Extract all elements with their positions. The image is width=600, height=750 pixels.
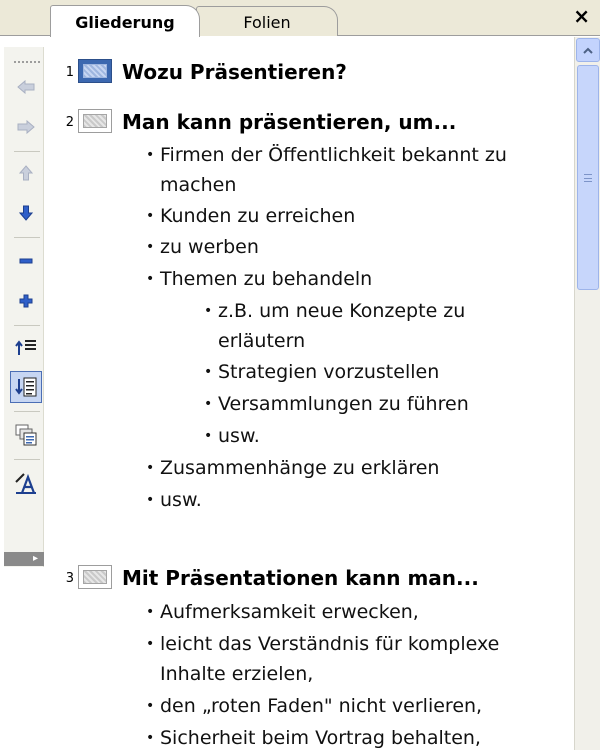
- bullet-dot-icon: •: [204, 364, 213, 380]
- outline-slide-3[interactable]: 3 Mit Präsentationen kann man...: [52, 563, 552, 593]
- bullet-dot-icon: •: [146, 604, 155, 620]
- bullet-text: Inhalte erzielen,: [160, 663, 314, 685]
- outlining-toolbar-body: [4, 47, 44, 567]
- bullet-text: Kunden zu erreichen: [160, 205, 356, 227]
- bullet-dot-icon: •: [146, 271, 155, 287]
- show-formatting-icon[interactable]: [10, 467, 42, 499]
- scroll-grip-icon: [584, 173, 592, 182]
- tab-slides-label: Folien: [243, 12, 291, 32]
- chevron-up-icon: [583, 47, 593, 54]
- bullet-text: leicht das Verständnis für komplexe: [160, 633, 500, 655]
- collapse-icon[interactable]: [10, 245, 42, 277]
- bullet-text: Strategien vorzustellen: [218, 361, 440, 383]
- bullet-text: den „roten Faden" nicht verlieren,: [160, 695, 483, 717]
- bullet-dot-icon: •: [146, 239, 155, 255]
- bullet-dot-icon: •: [146, 460, 155, 476]
- toolbar-separator: [14, 459, 40, 460]
- slide-thumbnail-icon[interactable]: [78, 109, 112, 133]
- slide-thumbnail-icon[interactable]: [78, 565, 112, 589]
- slide-number: 1: [65, 65, 74, 80]
- slide-number: 2: [65, 115, 74, 130]
- bullet-dot-icon: •: [146, 698, 155, 714]
- bullet-dot-icon: •: [146, 147, 155, 163]
- toolbar-separator: [14, 151, 40, 152]
- expand-all-icon[interactable]: [10, 371, 42, 403]
- bullet-text: Sicherheit beim Vortrag behalten,: [160, 727, 481, 749]
- toolbar-separator: [14, 325, 40, 326]
- slide-number: 3: [65, 571, 74, 586]
- promote-icon[interactable]: [10, 71, 42, 103]
- bullet-dot-icon: •: [146, 492, 155, 508]
- outline-slide-2[interactable]: 2 Man kann präsentieren, um...: [52, 107, 552, 137]
- scroll-thumb[interactable]: [577, 65, 599, 290]
- bullet-dot-icon: •: [146, 730, 155, 746]
- slide-thumbnail-icon[interactable]: [78, 59, 112, 83]
- move-up-icon[interactable]: [10, 157, 42, 189]
- bullet-text: zu werben: [160, 236, 259, 258]
- bullet-text: erläutern: [218, 330, 306, 352]
- bullet-text: machen: [160, 174, 237, 196]
- tab-outline-label: Gliederung: [75, 12, 175, 32]
- summary-slide-icon[interactable]: [10, 419, 42, 451]
- tab-outline[interactable]: Gliederung: [50, 5, 200, 37]
- slide-title[interactable]: Wozu Präsentieren?: [122, 60, 347, 84]
- outline-pane[interactable]: 1 Wozu Präsentieren? 2 Man kann präsenti…: [52, 37, 572, 750]
- bullet-dot-icon: •: [146, 208, 155, 224]
- bullet-dot-icon: •: [204, 396, 213, 412]
- tab-slides[interactable]: Folien: [196, 6, 338, 36]
- bullet-dot-icon: •: [204, 428, 213, 444]
- bullet-text: Zusammenhänge zu erklären: [160, 457, 440, 479]
- toolbar-grip[interactable]: [14, 61, 40, 63]
- toolbar-separator: [14, 411, 40, 412]
- toolbar-separator: [14, 237, 40, 238]
- scroll-up-button[interactable]: [576, 38, 600, 62]
- bullet-dot-icon: •: [204, 303, 213, 319]
- bullet-text: Versammlungen zu führen: [218, 393, 469, 415]
- bullet-text: Firmen der Öffentlichkeit bekannt zu: [160, 144, 507, 166]
- bullet-text: usw.: [218, 425, 260, 447]
- slide-title[interactable]: Man kann präsentieren, um...: [122, 110, 456, 134]
- bullet-text: Aufmerksamkeit erwecken,: [160, 601, 419, 623]
- vertical-scrollbar[interactable]: [574, 37, 600, 750]
- close-pane-icon[interactable]: ×: [573, 4, 590, 28]
- bullet-dot-icon: •: [146, 636, 155, 652]
- bullet-text: z.B. um neue Konzepte zu: [218, 300, 466, 322]
- outline-slide-1[interactable]: 1 Wozu Präsentieren?: [52, 57, 552, 87]
- expand-icon[interactable]: [10, 285, 42, 317]
- toolbar-options-icon[interactable]: ▸: [4, 552, 44, 566]
- bullet-text: usw.: [160, 489, 202, 511]
- move-down-icon[interactable]: [10, 197, 42, 229]
- collapse-all-icon[interactable]: [10, 331, 42, 363]
- bullet-text: Themen zu behandeln: [160, 268, 373, 290]
- slide-title[interactable]: Mit Präsentationen kann man...: [122, 566, 479, 590]
- demote-icon[interactable]: [10, 111, 42, 143]
- outlining-toolbar: ▸: [0, 37, 48, 750]
- pane-tab-bar: Folien Gliederung ×: [0, 0, 600, 37]
